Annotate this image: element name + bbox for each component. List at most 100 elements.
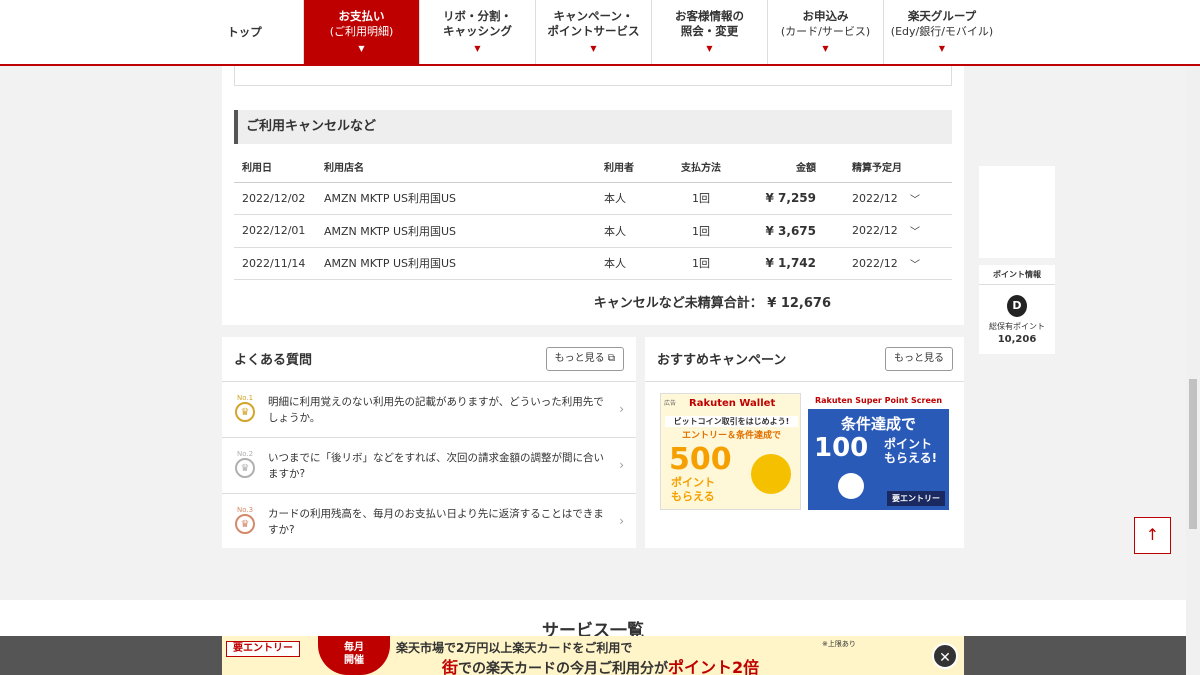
nav-apply[interactable]: お申込み (カード/サービス) ▼ [768,0,884,64]
table-row[interactable]: 2022/12/02 AMZN MKTP US利用国US 本人 1回 ¥ 7,2… [234,182,952,215]
chevron-down-icon: ▼ [474,43,481,53]
cell-date: 2022/12/02 [234,182,316,215]
nav-customer-info[interactable]: お客様情報の 照会・変更 ▼ [652,0,768,64]
cell-amount: ¥ 7,259 [732,182,822,215]
cell-method: 1回 [670,182,732,215]
col-header: 利用者 [596,152,670,183]
nav-label: 楽天グループ [907,8,977,23]
rank-badge: No.1 ♛ [234,394,256,424]
faq-more-button[interactable]: もっと見る ⧉ [545,347,624,371]
points-widget[interactable]: ポイント情報 D 総保有ポイント 10,206 [979,265,1055,354]
nav-label: お申込み [802,8,849,23]
nav-label: お支払い [338,8,385,23]
chevron-down-icon: ▼ [938,43,946,53]
cell-method: 1回 [670,214,732,248]
cell-store: AMZN MKTP US利用国US [316,182,596,215]
monthly-badge: 毎月 開催 [318,636,390,675]
points-value: 10,206 [997,334,1037,345]
cell-user: 本人 [596,214,670,248]
points-label: 総保有ポイント [989,322,1045,331]
banner-big-number: 500 [669,442,732,477]
previous-section-box [234,66,952,86]
faq-item[interactable]: No.3 ♛ カードの利用残高を、毎月のお支払い日より先に返済することはできます… [222,493,636,549]
chevron-right-icon: › [619,458,624,472]
col-header: 金額 [732,152,822,183]
rank-badge: No.3 ♛ [234,506,256,536]
nav-sublabel: ポイントサービス [547,23,640,38]
nav-campaign[interactable]: キャンペーン・ ポイントサービス ▼ [536,0,652,64]
nav-group[interactable]: 楽天グループ (Edy/銀行/モバイル) ▼ [884,0,1000,64]
chevron-right-icon: › [619,514,624,528]
chevron-right-icon: › [619,402,624,416]
faq-item[interactable]: No.2 ♛ いつまでに「後リボ」などをすれば、次回の請求金額の調整が間に合いま… [222,437,636,493]
crown-icon: ♛ [235,402,255,422]
banner-unit: ポイント もらえる! [884,437,938,465]
banner-line: ビットコイン取引をはじめよう! [665,416,798,427]
cancel-table: 利用日 利用店名 利用者 支払方法 金額 精算予定月 2022/12/02 AM… [234,152,952,280]
nav-label: トップ [227,24,262,39]
chevron-down-icon[interactable]: ﹀ [902,182,952,215]
banner-brand: Rakuten Super Point Screen [808,393,949,409]
panda-icon [838,473,864,499]
chevron-down-icon[interactable]: ﹀ [902,247,952,280]
cell-user: 本人 [596,182,670,215]
cell-method: 1回 [670,247,732,280]
scroll-to-top-button[interactable]: ↑ [1134,517,1171,554]
cancel-card: ご利用キャンセルなど 利用日 利用店名 利用者 支払方法 金額 精算予定月 20… [222,66,964,325]
cell-user: 本人 [596,247,670,280]
nav-payment[interactable]: お支払い (ご利用明細) ▼ [304,0,420,64]
banner-line: エントリー＆条件達成で [681,431,781,441]
campaign-banner-spscreen[interactable]: Rakuten Super Point Screen 条件達成で 100 ポイン… [808,393,949,510]
faq-card: よくある質問 もっと見る ⧉ No.1 ♛ 明細に利用覚えのない利用先の記載があ… [222,337,636,548]
chevron-down-icon: ▼ [822,43,829,53]
total-value: ¥ 12,676 [767,296,831,311]
cell-date: 2022/11/14 [234,247,316,280]
campaign-banner-wallet[interactable]: 広告 Rakuten Wallet ビットコイン取引をはじめよう! エントリー＆… [660,393,801,510]
faq-title: よくある質問 [234,353,313,368]
cell-month: 2022/12 [822,182,902,215]
close-icon[interactable]: ✕ [932,643,958,669]
rank-label: No.1 [236,394,254,402]
rank-label: No.3 [236,506,254,514]
campaign-more-button[interactable]: もっと見る [885,347,953,371]
scrollbar-thumb[interactable] [1189,379,1197,529]
top-nav: トップ お支払い (ご利用明細) ▼ リボ・分割・ キャッシング ▼ キャンペー… [0,0,1200,66]
chevron-down-icon: ▼ [590,43,597,53]
banner-message-main: 街での楽天カードの今月ご利用分がポイント2倍 [442,658,760,675]
faq-item[interactable]: No.1 ♛ 明細に利用覚えのない利用先の記載がありますが、どういった利用先でし… [222,381,636,437]
more-label: もっと見る [554,353,605,364]
faq-question: いつまでに「後リボ」などをすれば、次回の請求金額の調整が間に合いますか? [268,452,604,480]
chevron-down-icon[interactable]: ﹀ [902,214,952,248]
chevron-down-icon: ▼ [706,43,713,53]
rank-label: No.2 [236,450,254,458]
bottom-banner-content[interactable]: 要エントリー 毎月 開催 楽天市場で2万円以上楽天カードをご利用で 街での楽天カー… [222,636,964,675]
table-row[interactable]: 2022/11/14 AMZN MKTP US利用国US 本人 1回 ¥ 1,7… [234,247,952,280]
ad-label: 広告 [664,400,677,407]
nav-sublabel: (カード/サービス) [780,24,871,38]
crown-icon: ♛ [235,514,255,534]
nav-sublabel: 照会・変更 [680,23,739,38]
points-header: ポイント情報 [979,265,1055,285]
col-header: 精算予定月 [822,152,902,183]
col-header: 支払方法 [670,152,732,183]
external-window-icon: ⧉ [607,353,615,364]
col-header-empty [902,152,952,183]
nav-revo[interactable]: リボ・分割・ キャッシング ▼ [420,0,536,64]
faq-list: No.1 ♛ 明細に利用覚えのない利用先の記載がありますが、どういった利用先でし… [222,381,636,549]
nav-label: お客様情報の [675,8,744,23]
rank-badge: No.2 ♛ [234,450,256,480]
table-row[interactable]: 2022/12/01 AMZN MKTP US利用国US 本人 1回 ¥ 3,6… [234,214,952,248]
total-label: キャンセルなど未精算合計： [593,296,763,311]
side-widget-blank [979,166,1055,258]
banner-unit: ポイント もらえる [671,476,715,503]
crown-icon: ♛ [235,458,255,478]
col-header: 利用店名 [316,152,596,183]
entry-badge: 要エントリー [226,641,300,657]
scrollbar[interactable] [1186,66,1200,675]
col-header: 利用日 [234,152,316,183]
nav-top[interactable]: トップ [186,0,304,64]
cell-amount: ¥ 3,675 [732,214,822,248]
cell-month: 2022/12 [822,214,902,248]
nav-sublabel: キャッシング [443,23,512,38]
nav-sublabel: (Edy/銀行/モバイル) [890,24,994,38]
